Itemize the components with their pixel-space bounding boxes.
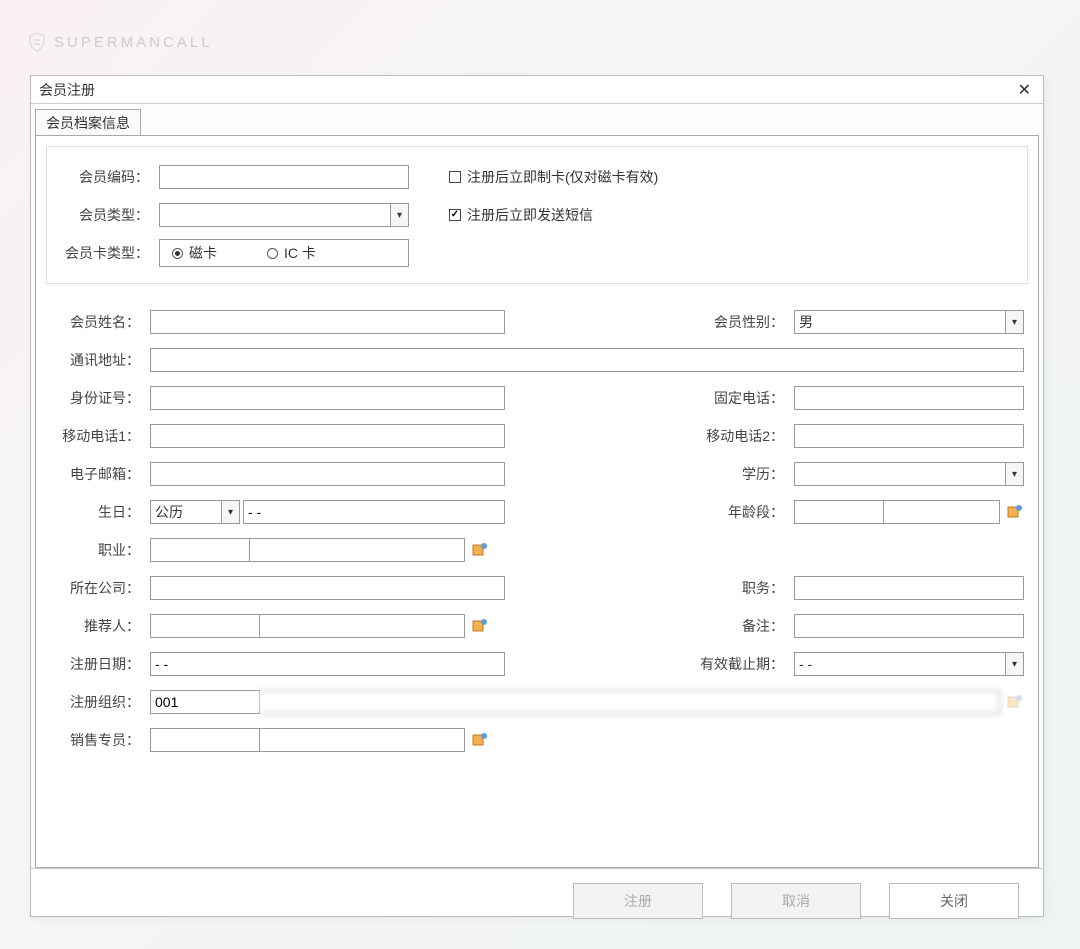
member-code-label: 会员编码：: [59, 167, 159, 187]
dialog-title: 会员注册: [39, 80, 95, 100]
button-bar: 注册 取消 关闭: [31, 868, 1043, 932]
birthday-date-input[interactable]: [243, 500, 505, 524]
member-type-select[interactable]: ▾: [159, 203, 409, 227]
education-select[interactable]: ▾: [794, 462, 1024, 486]
agerange-label: 年龄段：: [704, 502, 794, 522]
checkbox-make-card[interactable]: [449, 171, 461, 183]
tab-member-info[interactable]: 会员档案信息: [35, 109, 141, 136]
birthday-cal-value: 公历: [151, 502, 221, 522]
validuntil-value: - -: [795, 656, 1005, 672]
agerange-picker-icon[interactable]: [1006, 503, 1024, 521]
occupation-name-input[interactable]: [250, 538, 465, 562]
occupation-code-input[interactable]: [150, 538, 250, 562]
register-button[interactable]: 注册: [573, 883, 703, 919]
member-code-input[interactable]: [159, 165, 409, 189]
regdate-label: 注册日期：: [50, 654, 150, 674]
chevron-down-icon: ▾: [1005, 463, 1023, 485]
company-input[interactable]: [150, 576, 505, 600]
salesperson-name-input[interactable]: [260, 728, 465, 752]
card-type-radiogroup: 磁卡 IC 卡: [159, 239, 409, 267]
regorg-picker-icon[interactable]: [1006, 693, 1024, 711]
gender-label: 会员性别：: [704, 312, 794, 332]
radio-dot-icon: [267, 248, 278, 259]
details-group: 会员姓名： 会员性别： 男 ▾ 通讯地址： 身份证号： 固定电话：: [46, 308, 1028, 754]
radio-dot-icon: [172, 248, 183, 259]
birthday-label: 生日：: [50, 502, 150, 522]
referrer-name-input[interactable]: [260, 614, 465, 638]
name-input[interactable]: [150, 310, 505, 334]
regdate-input[interactable]: [150, 652, 505, 676]
mobile2-label: 移动电话2：: [704, 426, 794, 446]
tab-content: 会员编码： 注册后立即制卡(仅对磁卡有效) 会员类型： ▾ 注册后立即发送短信 …: [35, 135, 1039, 868]
radio-magnetic-card[interactable]: 磁卡: [172, 243, 217, 263]
top-group: 会员编码： 注册后立即制卡(仅对磁卡有效) 会员类型： ▾ 注册后立即发送短信 …: [46, 146, 1028, 284]
mobile1-label: 移动电话1：: [50, 426, 150, 446]
regorg-code-input[interactable]: [150, 690, 260, 714]
company-label: 所在公司：: [50, 578, 150, 598]
cancel-button[interactable]: 取消: [731, 883, 861, 919]
chevron-down-icon: ▾: [221, 501, 239, 523]
gender-select[interactable]: 男 ▾: [794, 310, 1024, 334]
idcard-input[interactable]: [150, 386, 505, 410]
referrer-label: 推荐人：: [50, 616, 150, 636]
email-input[interactable]: [150, 462, 505, 486]
position-label: 职务：: [704, 578, 794, 598]
radio-ic-card[interactable]: IC 卡: [267, 243, 316, 263]
close-button[interactable]: 关闭: [889, 883, 1019, 919]
address-input[interactable]: [150, 348, 1024, 372]
radio-magnetic-label: 磁卡: [189, 243, 217, 263]
idcard-label: 身份证号：: [50, 388, 150, 408]
remark-input[interactable]: [794, 614, 1024, 638]
salesperson-picker-icon[interactable]: [471, 731, 489, 749]
address-label: 通讯地址：: [50, 350, 150, 370]
landline-label: 固定电话：: [704, 388, 794, 408]
member-register-dialog: 会员注册 ✕ 会员档案信息 会员编码： 注册后立即制卡(仅对磁卡有效) 会员类型…: [30, 75, 1044, 917]
salesperson-code-input[interactable]: [150, 728, 260, 752]
radio-ic-label: IC 卡: [284, 243, 316, 263]
position-input[interactable]: [794, 576, 1024, 600]
landline-input[interactable]: [794, 386, 1024, 410]
dialog-title-bar: 会员注册 ✕: [31, 76, 1043, 104]
salesperson-label: 销售专员：: [50, 730, 150, 750]
agerange-from-input[interactable]: [794, 500, 884, 524]
remark-label: 备注：: [704, 616, 794, 636]
email-label: 电子邮箱：: [50, 464, 150, 484]
mobile2-input[interactable]: [794, 424, 1024, 448]
checkbox-send-sms[interactable]: [449, 209, 461, 221]
validuntil-label: 有效截止期：: [694, 654, 794, 674]
checkbox-send-sms-label: 注册后立即发送短信: [467, 205, 593, 225]
regorg-name-input[interactable]: [260, 690, 1000, 714]
occupation-label: 职业：: [50, 540, 150, 560]
gender-value: 男: [795, 312, 1005, 332]
tab-strip: 会员档案信息: [31, 104, 1043, 135]
agerange-to-input[interactable]: [884, 500, 1000, 524]
referrer-code-input[interactable]: [150, 614, 260, 638]
validuntil-select[interactable]: - - ▾: [794, 652, 1024, 676]
brand-logo-icon: [28, 32, 46, 52]
member-type-label: 会员类型：: [59, 205, 159, 225]
close-icon[interactable]: ✕: [1014, 80, 1035, 100]
chevron-down-icon: ▾: [1005, 653, 1023, 675]
referrer-picker-icon[interactable]: [471, 617, 489, 635]
education-label: 学历：: [704, 464, 794, 484]
birthday-calendar-select[interactable]: 公历 ▾: [150, 500, 240, 524]
brand-text: SUPERMANCALL: [54, 34, 213, 51]
regorg-label: 注册组织：: [50, 692, 150, 712]
brand-header: SUPERMANCALL: [0, 0, 1080, 68]
mobile1-input[interactable]: [150, 424, 505, 448]
chevron-down-icon: ▾: [1005, 311, 1023, 333]
checkbox-make-card-label: 注册后立即制卡(仅对磁卡有效): [467, 167, 658, 187]
name-label: 会员姓名：: [50, 312, 150, 332]
card-type-label: 会员卡类型：: [59, 243, 159, 263]
chevron-down-icon: ▾: [390, 204, 408, 226]
occupation-picker-icon[interactable]: [471, 541, 489, 559]
